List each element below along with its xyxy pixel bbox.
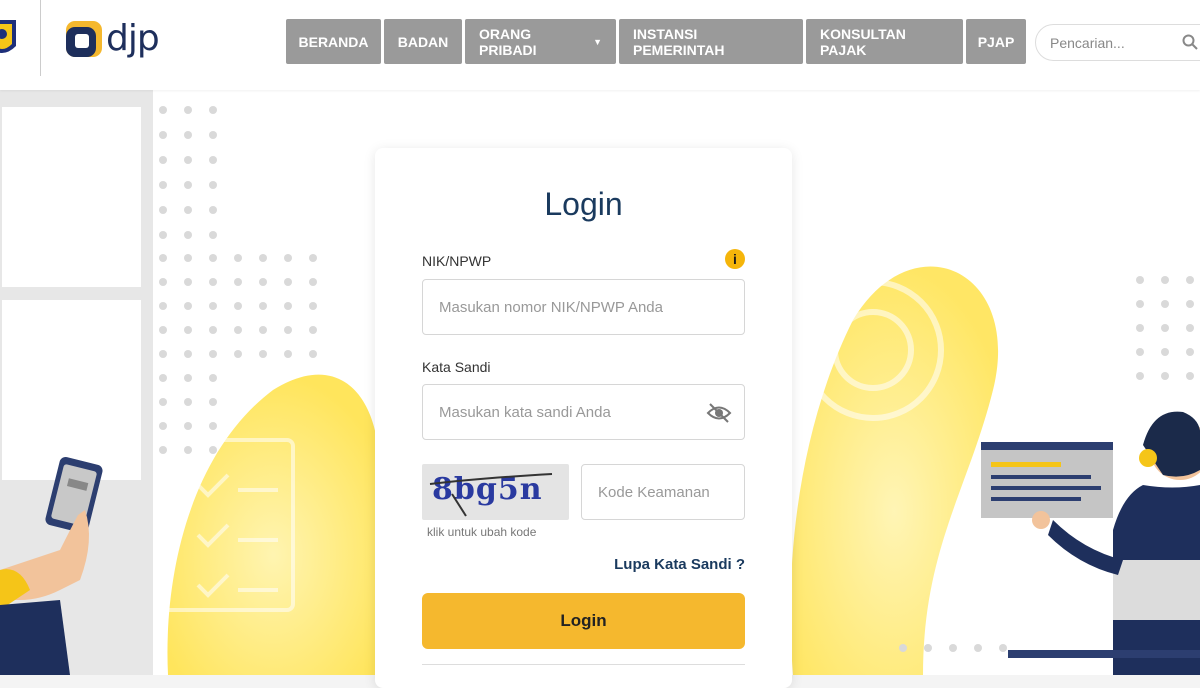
captcha-noise	[429, 473, 553, 517]
nav-label: ORANG PRIBADI	[479, 25, 537, 58]
login-title: Login	[544, 186, 623, 222]
nav-badan[interactable]: BADAN	[384, 19, 462, 64]
login-form: Login NIK/NPWP i Masukan nomor NIK/NPWP …	[375, 0, 792, 675]
nav-pjap[interactable]: PJAP	[966, 19, 1026, 64]
djp-logo-text: djp	[106, 18, 160, 59]
nav-label: BERANDA	[298, 33, 369, 50]
captcha-image[interactable]: 8bg5n	[422, 464, 569, 520]
login-button-label: Login	[560, 611, 607, 630]
eye-slash-icon[interactable]	[706, 402, 732, 424]
person-with-phone-illustration	[0, 456, 103, 675]
nav-label: PJAP	[977, 33, 1015, 50]
nik-npwp-input[interactable]: Masukan nomor NIK/NPWP Anda	[422, 279, 745, 335]
nav-orang-pribadi[interactable]: ORANG PRIBADI ▼	[465, 19, 616, 64]
nik-npwp-placeholder: Masukan nomor NIK/NPWP Anda	[439, 298, 663, 316]
search-input[interactable]: Pencarian...	[1035, 24, 1200, 61]
nav-label: BADAN	[397, 33, 449, 50]
djp-mark-icon	[66, 20, 102, 57]
password-label: Kata Sandi	[422, 359, 491, 375]
captcha-hint[interactable]: klik untuk ubah kode	[427, 525, 536, 539]
header-divider	[40, 0, 41, 76]
djp-logo[interactable]: djp	[64, 18, 160, 59]
site-header: djp BERANDA BADAN ORANG PRIBADI ▼ INSTANS…	[0, 0, 1200, 90]
nav-beranda[interactable]: BERANDA	[286, 19, 381, 64]
nav-label: INSTANSI PEMERINTAH	[633, 25, 725, 58]
nav-label: KONSULTAN PAJAK	[820, 25, 906, 58]
password-input[interactable]: Masukan kata sandi Anda	[422, 384, 745, 440]
nav-konsultan-pajak[interactable]: KONSULTAN PAJAK	[806, 19, 963, 64]
security-code-placeholder: Kode Keamanan	[598, 483, 710, 501]
kemenkeu-emblem-icon[interactable]	[0, 14, 18, 64]
chevron-down-icon: ▼	[593, 36, 602, 47]
nik-npwp-label: NIK/NPWP	[422, 253, 492, 269]
main-nav: BERANDA BADAN ORANG PRIBADI ▼ INSTANSI PE…	[286, 19, 1026, 64]
forgot-password-link[interactable]: Lupa Kata Sandi ?	[614, 556, 745, 573]
form-divider	[422, 664, 745, 665]
nav-instansi-pemerintah[interactable]: INSTANSI PEMERINTAH	[619, 19, 803, 64]
security-code-input[interactable]: Kode Keamanan	[581, 464, 745, 520]
background-card	[2, 107, 141, 287]
login-button[interactable]: Login	[422, 593, 745, 649]
password-placeholder: Masukan kata sandi Anda	[439, 403, 611, 421]
search-icon[interactable]	[1182, 34, 1198, 50]
info-icon[interactable]: i	[725, 249, 745, 269]
search-placeholder: Pencarian...	[1050, 34, 1125, 51]
